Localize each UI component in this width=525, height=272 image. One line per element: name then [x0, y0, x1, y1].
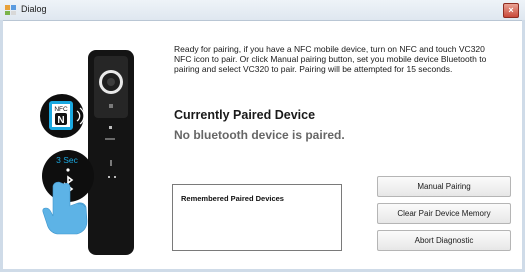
clear-pair-memory-button[interactable]: Clear Pair Device Memory — [377, 203, 511, 224]
instructions-text: Ready for pairing, if you have a NFC mob… — [174, 44, 487, 74]
timer-label: 3 Sec — [56, 155, 78, 165]
nfc-badge-label: NFC — [54, 106, 68, 113]
abort-diagnostic-button[interactable]: Abort Diagnostic — [377, 230, 511, 251]
paired-status: No bluetooth device is paired. — [174, 128, 345, 142]
nfc-letter: N — [57, 115, 64, 126]
close-button[interactable]: × — [503, 3, 519, 18]
remembered-devices-list[interactable]: Remembered Paired Devices — [172, 184, 342, 251]
device-illustration: NFC N 3 Sec — [40, 50, 134, 255]
remembered-devices-header: Remembered Paired Devices — [181, 194, 284, 203]
manual-pairing-button[interactable]: Manual Pairing — [377, 176, 511, 197]
paired-title: Currently Paired Device — [174, 108, 316, 122]
